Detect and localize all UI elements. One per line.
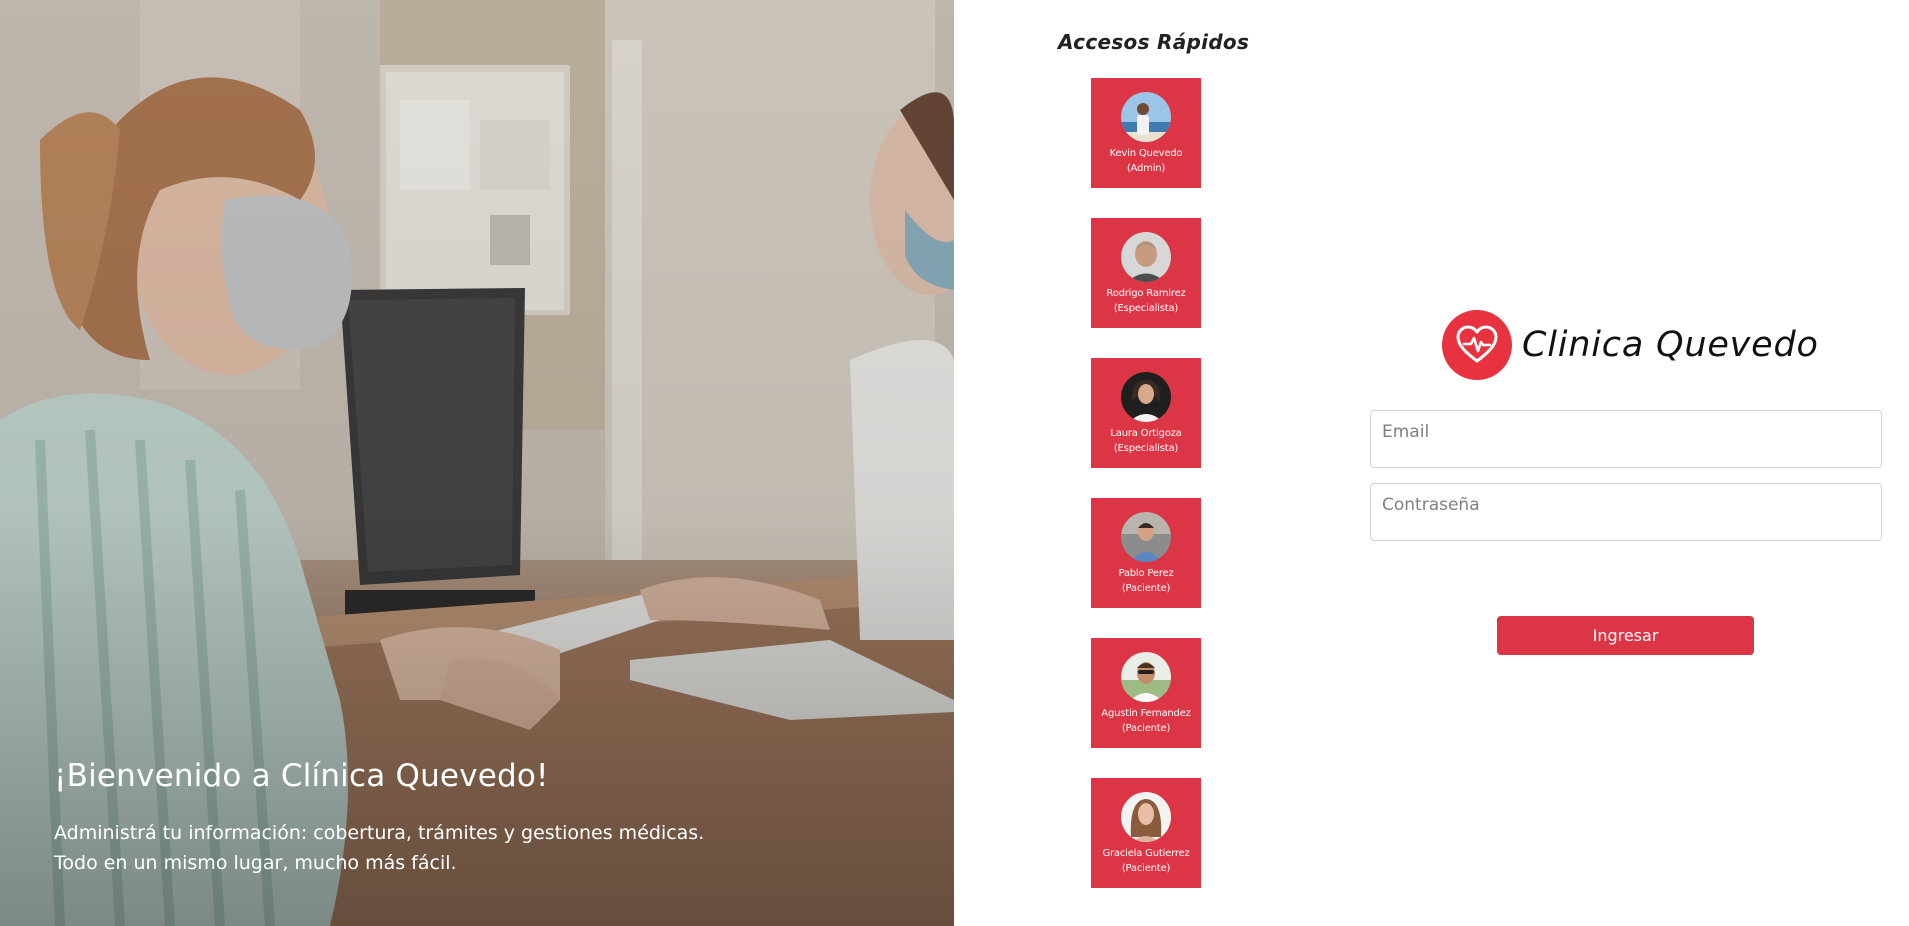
hero-title: ¡Bienvenido a Clínica Quevedo! — [54, 758, 549, 794]
quick-access-role: (Paciente) — [1121, 863, 1171, 874]
quick-access-card-pablo[interactable]: Pablo Perez (Paciente) — [1091, 498, 1201, 608]
hero-panel: ¡Bienvenido a Clínica Quevedo! Administr… — [0, 0, 954, 926]
avatar — [1121, 652, 1171, 702]
quick-access-card-laura[interactable]: Laura Ortigoza (Especialista) — [1091, 358, 1201, 468]
quick-access-list: Kevin Quevedo (Admin) Rodrigo Ramirez (E… — [1091, 78, 1201, 918]
quick-access-card-graciela[interactable]: Graciela Gutierrez (Paciente) — [1091, 778, 1201, 888]
hero-subtitle-line-2: Todo en un mismo lugar, mucho más fácil. — [54, 852, 457, 874]
quick-access-title: Accesos Rápidos — [1058, 30, 1250, 54]
quick-access-role: (Paciente) — [1121, 583, 1171, 594]
avatar — [1121, 92, 1171, 142]
quick-access-name: Graciela Gutierrez — [1102, 848, 1190, 859]
hero-subtitle: Administrá tu información: cobertura, tr… — [54, 818, 854, 878]
quick-access-role: (Especialista) — [1113, 443, 1179, 454]
avatar — [1121, 512, 1171, 562]
avatar — [1121, 232, 1171, 282]
quick-access-name: Laura Ortigoza — [1110, 428, 1182, 439]
quick-access-role: (Admin) — [1126, 163, 1166, 174]
avatar — [1121, 792, 1171, 842]
quick-access-role: (Especialista) — [1113, 303, 1179, 314]
login-button[interactable]: Ingresar — [1497, 616, 1754, 655]
heart-pulse-icon — [1442, 310, 1512, 380]
quick-access-card-agustin[interactable]: Agustin Fernandez (Paciente) — [1091, 638, 1201, 748]
quick-access-name: Kevin Quevedo — [1109, 148, 1183, 159]
brand: Clinica Quevedo — [1442, 310, 1819, 380]
quick-access-name: Rodrigo Ramirez — [1106, 288, 1186, 299]
avatar — [1121, 372, 1171, 422]
hero-subtitle-line-1: Administrá tu información: cobertura, tr… — [54, 822, 705, 844]
quick-access-name: Agustin Fernandez — [1101, 708, 1191, 719]
quick-access-card-kevin[interactable]: Kevin Quevedo (Admin) — [1091, 78, 1201, 188]
quick-access-name: Pablo Perez — [1118, 568, 1174, 579]
email-field[interactable] — [1370, 410, 1882, 468]
quick-access-role: (Paciente) — [1121, 723, 1171, 734]
quick-access-card-rodrigo[interactable]: Rodrigo Ramirez (Especialista) — [1091, 218, 1201, 328]
brand-name: Clinica Quevedo — [1522, 325, 1819, 365]
password-field[interactable] — [1370, 483, 1882, 541]
